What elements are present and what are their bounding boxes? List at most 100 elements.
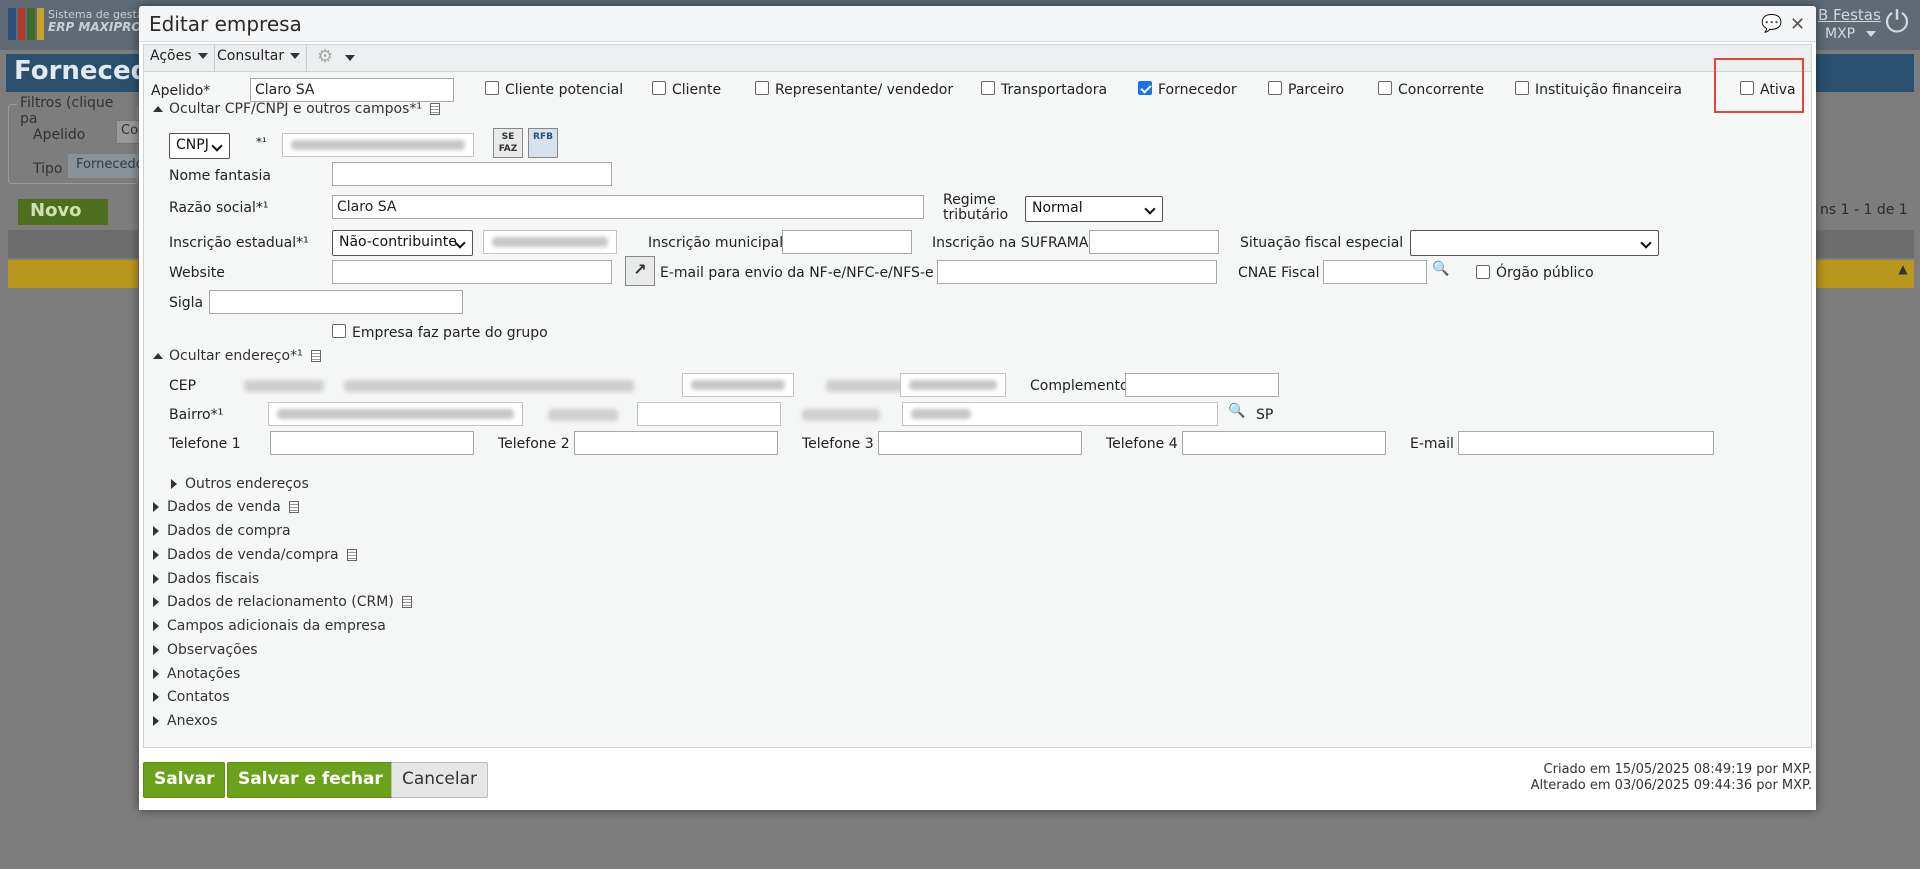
inscricao-municipal-label: Inscrição municipal [648,235,784,251]
document-icon [430,103,441,115]
nome-fantasia-label: Nome fantasia [169,168,271,184]
menu-acoes[interactable]: Ações [144,45,215,71]
email-nfe-input[interactable] [937,260,1217,284]
grid-row[interactable] [8,260,138,288]
website-label: Website [169,265,225,281]
inscricao-estadual-label: Inscrição estadual*¹ [169,235,309,251]
regime-select[interactable]: Normal [1025,196,1163,222]
form-content: Apelido* Cliente potencial Cliente Repre… [143,58,1812,748]
section-dados-venda-compra[interactable]: Dados de venda/compra [153,547,357,563]
section-observacoes[interactable]: Observações [153,642,258,658]
document-icon [346,549,357,561]
ie-type-select[interactable]: Não-contribuinte [332,230,473,256]
situacao-fiscal-label: Situação fiscal especial [1240,235,1404,251]
section-contatos[interactable]: Contatos [153,689,230,705]
document-icon [401,596,412,608]
cnae-input[interactable] [1323,260,1427,284]
regime-label: Regime tributário [943,192,1009,223]
section-dados-crm[interactable]: Dados de relacionamento (CRM) [153,594,412,610]
section-dados-venda[interactable]: Dados de venda [153,499,299,515]
telefone2-label: Telefone 2 [498,436,570,452]
website-input[interactable] [332,260,612,284]
section-anexos[interactable]: Anexos [153,713,218,729]
email-label: E-mail [1410,436,1454,452]
email-input[interactable] [1458,431,1714,455]
endereco-input[interactable] [682,373,794,397]
telefone4-label: Telefone 4 [1106,436,1178,452]
telefone1-input[interactable] [270,431,474,455]
section-dados-compra[interactable]: Dados de compra [153,523,291,539]
company-selector[interactable]: MXP [1825,26,1876,42]
document-icon [310,350,321,362]
menu-settings[interactable]: ⚙ [311,45,361,71]
section-toggle-cpf[interactable]: Ocultar CPF/CNPJ e outros campos*¹ [153,101,441,117]
sefaz-lookup-icon[interactable]: SE FAZ [493,128,523,158]
telefone3-input[interactable] [878,431,1082,455]
close-icon[interactable]: ✕ [1790,14,1805,35]
grid-header-right [1816,230,1914,258]
telefone2-input[interactable] [574,431,778,455]
app-brand: Sistema de gestã ERP MAXIPRO [48,8,144,34]
cep-label: CEP [169,378,197,394]
section-toggle-endereco[interactable]: Ocultar endereço*¹ [153,348,321,364]
suframa-input[interactable] [1089,230,1219,254]
document-icon [288,501,299,513]
dialog-menubar: Ações Consultar ⚙ [143,44,1812,72]
audit-info: Criado em 15/05/2025 08:49:19 por MXP. A… [1531,762,1812,794]
scroll-up-icon[interactable]: ▲ [1894,262,1912,276]
inscricao-municipal-input[interactable] [782,230,912,254]
endereco-value [344,380,634,392]
municipio-input[interactable] [902,402,1218,426]
cnae-search-icon[interactable]: 🔍 [1432,261,1449,277]
open-link-icon[interactable]: ↗ [625,256,655,286]
situacao-fiscal-select[interactable] [1410,230,1659,256]
cancel-button[interactable]: Cancelar [391,762,488,798]
suframa-label: Inscrição na SUFRAMA [932,235,1089,251]
novo-button[interactable]: Novo [18,199,108,225]
apelido-label: Apelido* [151,83,211,99]
section-toggle-outros-enderecos[interactable]: Outros endereços [171,476,309,492]
apelido-input[interactable] [250,78,454,102]
razao-social-label: Razão social*¹ [169,200,269,216]
dialog-footer: Salvar Salvar e fechar Cancelar Criado e… [139,750,1816,810]
uf-value: SP [1256,407,1274,423]
cnpj-input[interactable] [282,133,474,157]
section-dados-fiscais[interactable]: Dados fiscais [153,571,259,587]
dialog-titlebar: Editar empresa 💬 ✕ [139,6,1816,42]
caixa-postal-label [548,409,618,421]
power-icon[interactable]: ⏻ [1880,6,1914,40]
razao-social-input[interactable] [332,195,924,219]
document-type-select[interactable]: CNPJ [169,133,230,159]
save-and-close-button[interactable]: Salvar e fechar [227,762,394,798]
numero-input[interactable] [900,373,1006,397]
dialog-title: Editar empresa [149,12,302,36]
complemento-input[interactable] [1125,373,1279,397]
rfb-lookup-icon[interactable]: RFB [528,128,558,158]
inscricao-estadual-input[interactable] [483,230,617,254]
municipio-search-icon[interactable]: 🔍 [1228,403,1245,419]
section-campos-adicionais[interactable]: Campos adicionais da empresa [153,618,386,634]
telefone4-input[interactable] [1182,431,1386,455]
menu-consultar[interactable]: Consultar [211,45,308,71]
sigla-input[interactable] [209,290,463,314]
grid-header [8,230,138,258]
save-button[interactable]: Salvar [143,762,226,798]
complemento-label: Complemento [1030,378,1129,394]
comment-icon[interactable]: 💬 [1761,14,1782,34]
bairro-label: Bairro*¹ [169,407,224,423]
filter-tipo-input[interactable]: Fornecedo [68,154,148,178]
section-anotacoes[interactable]: Anotações [153,666,240,682]
email-nfe-label: E-mail para envio da NF-e/NFC-e/NFS-e [660,265,934,281]
doc-required-marker: *¹ [256,135,267,149]
nome-fantasia-input[interactable] [332,162,612,186]
cnae-label: CNAE Fiscal [1238,265,1320,281]
pagination-info: ns 1 - 1 de 1 [1820,202,1908,218]
company-link[interactable]: B Festas [1818,6,1881,24]
cep-value [244,380,324,392]
caixa-postal-input[interactable] [637,402,781,426]
telefone1-label: Telefone 1 [169,436,241,452]
bairro-input[interactable] [268,402,523,426]
municipio-label [802,409,880,421]
gear-icon: ⚙ [317,46,334,67]
telefone3-label: Telefone 3 [802,436,874,452]
